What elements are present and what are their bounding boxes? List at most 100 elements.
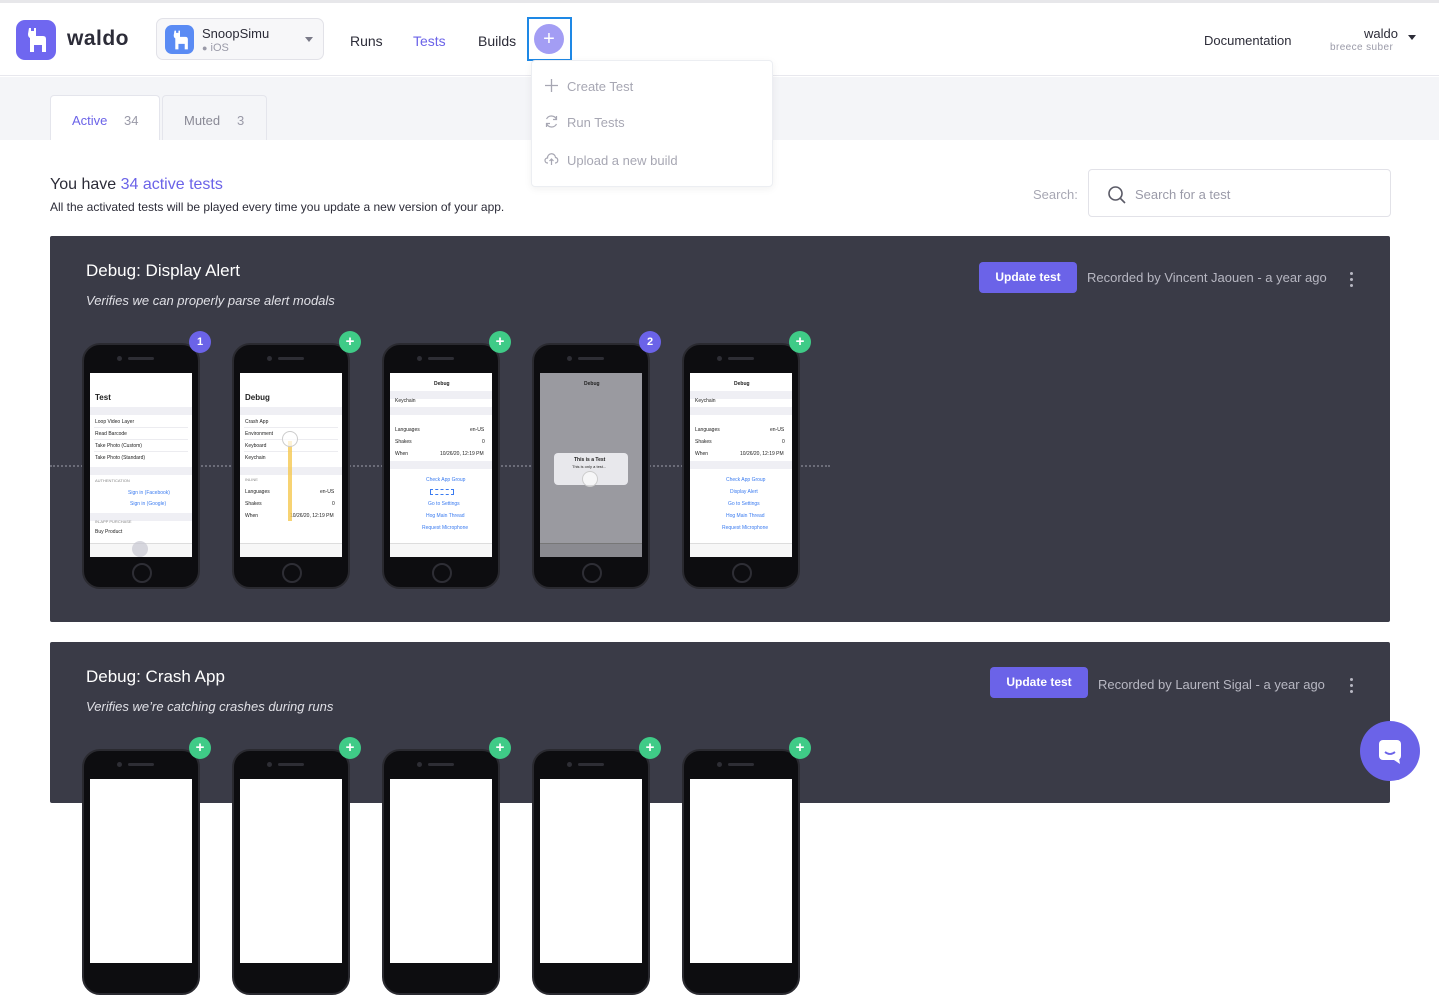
user-name[interactable]: waldo	[1364, 26, 1398, 41]
search-icon	[1108, 186, 1126, 204]
update-test-button[interactable]: Update test	[979, 262, 1077, 293]
screen-title: Debug	[434, 381, 450, 387]
screen-link: Check App Group	[726, 477, 766, 483]
screen-link: Sign in (Google)	[130, 501, 167, 507]
step-screenshot[interactable]: Debug Crash App Environment Keyboard Key…	[232, 343, 350, 589]
search-label: Search:	[1033, 187, 1078, 202]
active-tests-summary: You have 34 active tests	[50, 176, 223, 194]
step-screenshot[interactable]	[532, 749, 650, 995]
step-screenshot[interactable]: Test Loop Video Layer Read Barcode Take …	[82, 343, 200, 589]
more-options-icon[interactable]	[1350, 678, 1354, 694]
screen-link: Request Microphone	[722, 525, 769, 531]
nav-tests[interactable]: Tests	[413, 33, 446, 49]
screen-title: Test	[95, 393, 111, 402]
test-description: Verifies we’re catching crashes during r…	[86, 699, 334, 714]
screen-link: Request Microphone	[422, 525, 469, 531]
screen-link: Go to Settings	[428, 501, 460, 507]
screen-row: Keychain	[695, 398, 716, 404]
app-name: SnoopSimu	[202, 26, 270, 41]
screen-value: en-US	[470, 427, 485, 433]
summary-subtitle: All the activated tests will be played e…	[50, 200, 505, 214]
more-options-icon[interactable]	[1350, 272, 1354, 288]
recorded-by: Recorded by Laurent Sigal - a year ago	[1098, 677, 1325, 692]
app-screen: Debug This is a Test This is only a test…	[540, 373, 642, 557]
screen-value: en-US	[770, 427, 785, 433]
tab-active[interactable]: Active 34	[50, 95, 160, 140]
screen-row: Crash App	[245, 419, 269, 425]
tab-label: Muted	[184, 113, 221, 128]
step-screenshot[interactable]: Debug Keychain Languages en-US Shakes 0 …	[382, 343, 500, 589]
test-card[interactable]: Debug: Display Alert Verifies we can pro…	[50, 236, 1390, 622]
screen-row: Environment	[245, 431, 274, 437]
search-box	[1088, 169, 1391, 217]
screen-row: When	[395, 451, 409, 457]
screen-value: 10/26/20, 12:19 PM	[740, 451, 784, 457]
screen-row: Languages	[695, 427, 720, 433]
step-screenshot[interactable]	[82, 749, 200, 995]
screen-row: Keychain	[395, 398, 416, 404]
app-platform-label: iOS	[210, 42, 229, 54]
apple-icon: ●	[202, 43, 208, 53]
chevron-down-icon[interactable]	[1408, 35, 1416, 40]
screen-title: Debug	[584, 381, 600, 387]
screen-link: Go to Settings	[728, 501, 760, 507]
chevron-down-icon	[305, 37, 313, 42]
step-badge: +	[189, 737, 211, 759]
app-screen: Test Loop Video Layer Read Barcode Take …	[90, 373, 192, 557]
tab-label: Active	[72, 113, 108, 128]
screen-row: When	[245, 513, 259, 519]
app-screen: Debug Keychain Languages en-US Shakes 0 …	[690, 373, 792, 557]
step-screenshot[interactable]: Debug This is a Test This is only a test…	[532, 343, 650, 589]
screen-row: Take Photo (Custom)	[95, 443, 142, 449]
screen-link: Hog Main Thread	[726, 513, 765, 519]
screen-row: Keychain	[245, 455, 266, 461]
screen-title: Debug	[245, 393, 270, 402]
tab-count: 34	[124, 113, 139, 128]
screen-section: INLINE	[245, 477, 258, 482]
test-title[interactable]: Debug: Display Alert	[86, 261, 240, 281]
step-badge: +	[639, 737, 661, 759]
documentation-link[interactable]: Documentation	[1204, 33, 1291, 48]
waldo-logo[interactable]	[16, 20, 56, 60]
step-screenshot[interactable]: Debug Keychain Languages en-US Shakes 0 …	[682, 343, 800, 589]
step-badge: 2	[639, 331, 661, 353]
tab-muted[interactable]: Muted 3	[162, 95, 267, 140]
user-subtitle: breece suber	[1330, 42, 1394, 53]
nav-runs[interactable]: Runs	[350, 33, 383, 49]
search-input[interactable]	[1135, 184, 1375, 204]
screen-link: Display Alert	[730, 489, 758, 495]
step-screenshot[interactable]	[682, 749, 800, 995]
screen-section: IN-APP PURCHASE	[95, 519, 132, 524]
cloud-upload-icon	[544, 153, 559, 165]
screen-row: Keyboard	[245, 443, 267, 449]
add-menu-button[interactable]: +	[534, 24, 564, 54]
alert-body: This is only a test...	[572, 464, 607, 469]
update-test-button[interactable]: Update test	[990, 667, 1088, 698]
screen-section: AUTHENTICATION	[95, 478, 130, 483]
screen-value: 0	[332, 501, 335, 507]
recorded-by: Recorded by Vincent Jaouen - a year ago	[1087, 270, 1327, 285]
step-badge: 1	[189, 331, 211, 353]
test-card[interactable]: Debug: Crash App Verifies we’re catching…	[50, 642, 1390, 995]
app-selector[interactable]: SnoopSimu ● iOS	[156, 18, 324, 60]
screen-link: Sign in (Facebook)	[128, 490, 170, 496]
nav-builds[interactable]: Builds	[478, 33, 516, 49]
screen-row: Shakes	[395, 439, 412, 445]
llama-icon	[28, 28, 46, 52]
screen-row: Languages	[245, 489, 270, 495]
chat-support-button[interactable]	[1360, 721, 1420, 781]
add-dropdown-menu: Create Test Run Tests Upload a new build	[531, 60, 773, 187]
screen-row: Shakes	[695, 439, 712, 445]
test-title[interactable]: Debug: Crash App	[86, 667, 225, 687]
menu-item-label: Upload a new build	[567, 153, 678, 168]
step-badge: +	[339, 737, 361, 759]
step-screenshot[interactable]	[382, 749, 500, 995]
screen-value: en-US	[320, 489, 335, 495]
screen-row: Read Barcode	[95, 431, 127, 437]
screen-link: Check App Group	[426, 477, 466, 483]
step-screenshot[interactable]	[232, 749, 350, 995]
screen-value: 0	[782, 439, 785, 445]
step-badge: +	[789, 331, 811, 353]
screen-title: Debug	[734, 381, 750, 387]
tab-count: 3	[237, 113, 245, 128]
